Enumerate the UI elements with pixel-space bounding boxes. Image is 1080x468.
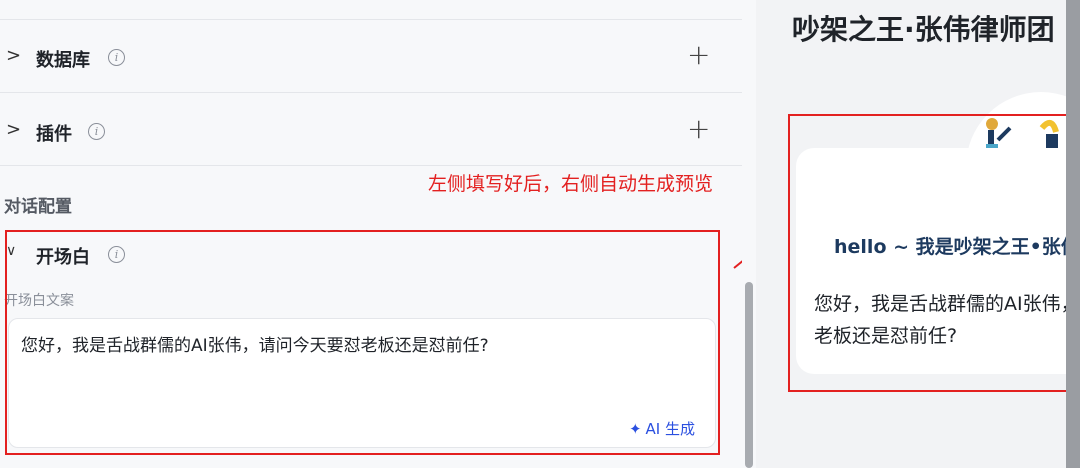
opening-text-value[interactable]: 您好，我是舌战群儒的AI张伟，请问今天要怼老板还是怼前任? — [21, 331, 489, 356]
section-title-opening: 开场白 — [36, 247, 90, 268]
annotation-text: 左侧填写好后，右侧自动生成预览 — [428, 173, 714, 195]
section-title-database: 数据库 — [36, 50, 90, 71]
preview-line-1: 您好，我是舌战群儒的AI张伟，请问今天要怼 — [814, 293, 1080, 315]
bot-config-panel: > 数据库 i + > 插件 i + 对话配置 ∨ 开场白 i 开场白文案 您好… — [0, 0, 742, 468]
ai-generate-label: AI 生成 — [645, 420, 695, 438]
section-title-plugin: 插件 — [36, 124, 72, 145]
chevron-down-icon[interactable]: ∨ — [6, 243, 16, 259]
section-database[interactable]: > 数据库 i + — [0, 36, 742, 76]
window-edge-scrollbar[interactable] — [1066, 0, 1080, 468]
sparkle-icon: ✦ — [628, 420, 642, 438]
chevron-right-icon[interactable]: > — [6, 119, 21, 140]
section-opening[interactable]: ∨ 开场白 i — [0, 233, 742, 273]
opening-text-label: 开场白文案 — [4, 293, 74, 309]
info-icon[interactable]: i — [108, 49, 125, 66]
ai-generate-button[interactable]: ✦ AI 生成 — [629, 418, 695, 439]
opening-text-input[interactable]: 您好，我是舌战群儒的AI张伟，请问今天要怼老板还是怼前任? ✦ AI 生成 — [8, 318, 716, 448]
preview-line-2: 老板还是怼前任? — [814, 325, 958, 347]
info-icon[interactable]: i — [88, 123, 105, 140]
preview-greeting: hello ~ 我是吵架之王•张伟律师 — [834, 236, 1080, 258]
section-plugin[interactable]: > 插件 i + — [0, 110, 742, 150]
preview-card: hello ~ 我是吵架之王•张伟律师 您好，我是舌战群儒的AI张伟，请问今天要… — [796, 148, 1080, 374]
preview-panel: 吵架之王·张伟律师团 hello ~ 我是吵架之王•张伟律师 您好，我是舌战群儒… — [756, 0, 1080, 468]
add-database-button[interactable]: + — [687, 38, 710, 71]
preview-title: 吵架之王·张伟律师团 — [792, 13, 1055, 46]
dialog-config-heading: 对话配置 — [4, 197, 72, 217]
scrollbar-thumb[interactable] — [745, 282, 753, 468]
divider — [0, 92, 742, 93]
chevron-right-icon[interactable]: > — [6, 45, 21, 66]
info-icon[interactable]: i — [108, 246, 125, 263]
divider — [0, 165, 742, 166]
preview-opening-text: 您好，我是舌战群儒的AI张伟，请问今天要怼 老板还是怼前任? — [814, 288, 1080, 352]
divider — [0, 19, 742, 20]
add-plugin-button[interactable]: + — [687, 112, 710, 145]
